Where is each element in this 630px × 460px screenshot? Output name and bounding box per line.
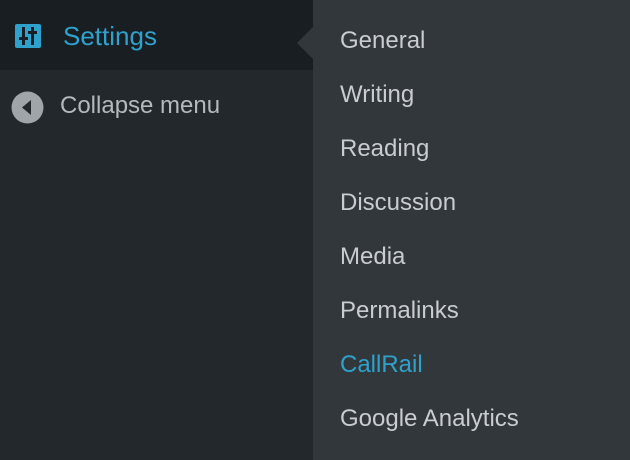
submenu-item-callrail[interactable]: CallRail	[340, 348, 423, 382]
submenu-item-reading[interactable]: Reading	[340, 132, 429, 166]
submenu-item-google-analytics[interactable]: Google Analytics	[340, 402, 519, 436]
submenu-pointer	[297, 27, 313, 59]
admin-sidebar: Settings Collapse menu	[0, 0, 313, 460]
submenu-item-discussion[interactable]: Discussion	[340, 186, 456, 220]
submenu-item-permalinks[interactable]: Permalinks	[340, 294, 459, 328]
settings-sliders-icon	[15, 24, 41, 48]
collapse-menu-button[interactable]: Collapse menu	[0, 78, 313, 134]
collapse-menu-label: Collapse menu	[60, 92, 221, 119]
submenu-item-general[interactable]: General	[340, 24, 425, 58]
sidebar-item-label: Settings	[63, 21, 157, 51]
settings-submenu: General Writing Reading Discussion Media…	[313, 0, 630, 460]
sidebar-item-settings[interactable]: Settings	[0, 0, 313, 70]
submenu-item-writing[interactable]: Writing	[340, 78, 414, 112]
collapse-arrow-icon	[11, 91, 44, 124]
submenu-item-media[interactable]: Media	[340, 240, 405, 274]
